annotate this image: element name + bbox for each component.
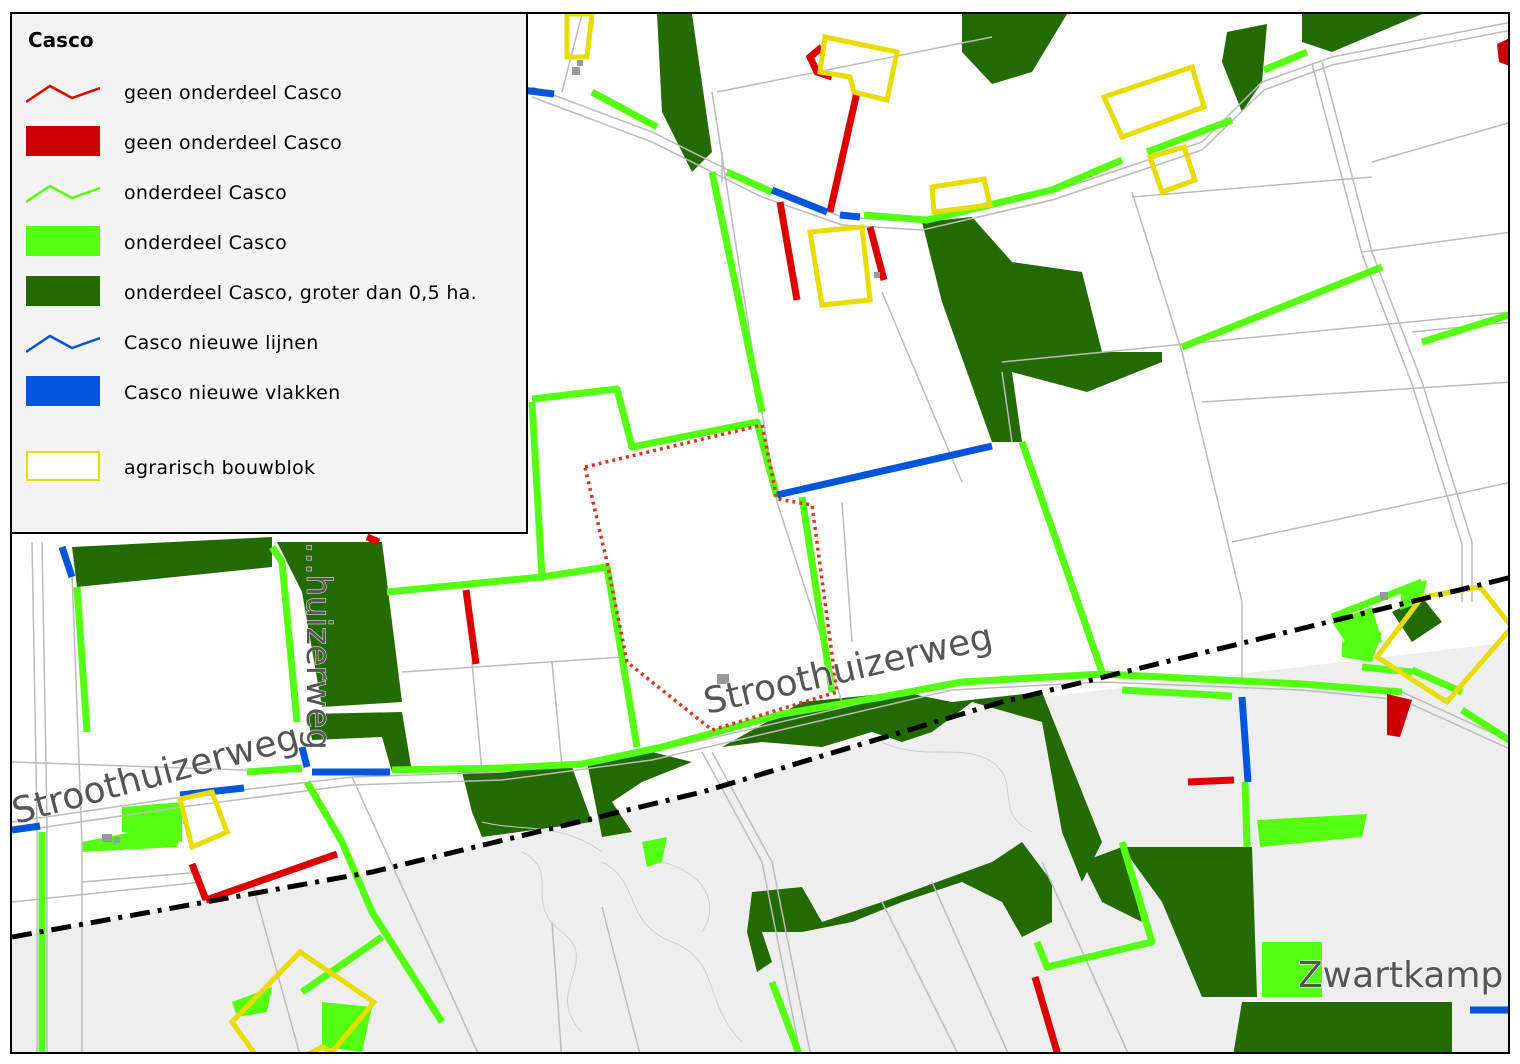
legend-item-casco-area: onderdeel Casco [26, 226, 516, 260]
yellow-outline-swatch-icon [26, 451, 100, 481]
legend-label: onderdeel Casco [124, 182, 288, 204]
red-line-swatch-icon [26, 84, 100, 104]
road-label-corner: Zwartkamp [1298, 955, 1503, 996]
legend-item-non-casco-area: geen onderdeel Casco [26, 126, 516, 160]
dark-green-area-swatch-icon [26, 276, 100, 306]
red-area-swatch-icon [26, 126, 100, 156]
road-label-vertical: ...huizerweg [298, 542, 338, 750]
legend-item-casco-line: onderdeel Casco [26, 178, 516, 210]
blue-line-swatch-icon [26, 334, 100, 354]
green-line-swatch-icon [26, 184, 100, 204]
blue-area-swatch-icon [26, 376, 100, 406]
map-legend: Casco geen onderdeel Casco geen onderdee… [10, 12, 528, 534]
legend-item-non-casco-line: geen onderdeel Casco [26, 78, 516, 110]
legend-label: onderdeel Casco, groter dan 0,5 ha. [124, 282, 477, 304]
legend-item-building-block: agrarisch bouwblok [26, 451, 516, 485]
legend-item-new-lines: Casco nieuwe lijnen [26, 328, 516, 360]
legend-item-new-areas: Casco nieuwe vlakken [26, 376, 516, 410]
legend-label: onderdeel Casco [124, 232, 288, 254]
legend-label: Casco nieuwe lijnen [124, 332, 319, 354]
legend-label: agrarisch bouwblok [124, 457, 316, 479]
legend-item-casco-large-area: onderdeel Casco, groter dan 0,5 ha. [26, 276, 516, 310]
legend-label: geen onderdeel Casco [124, 82, 343, 104]
legend-title: Casco [28, 28, 94, 52]
green-area-swatch-icon [26, 226, 100, 256]
legend-label: Casco nieuwe vlakken [124, 382, 341, 404]
legend-label: geen onderdeel Casco [124, 132, 343, 154]
